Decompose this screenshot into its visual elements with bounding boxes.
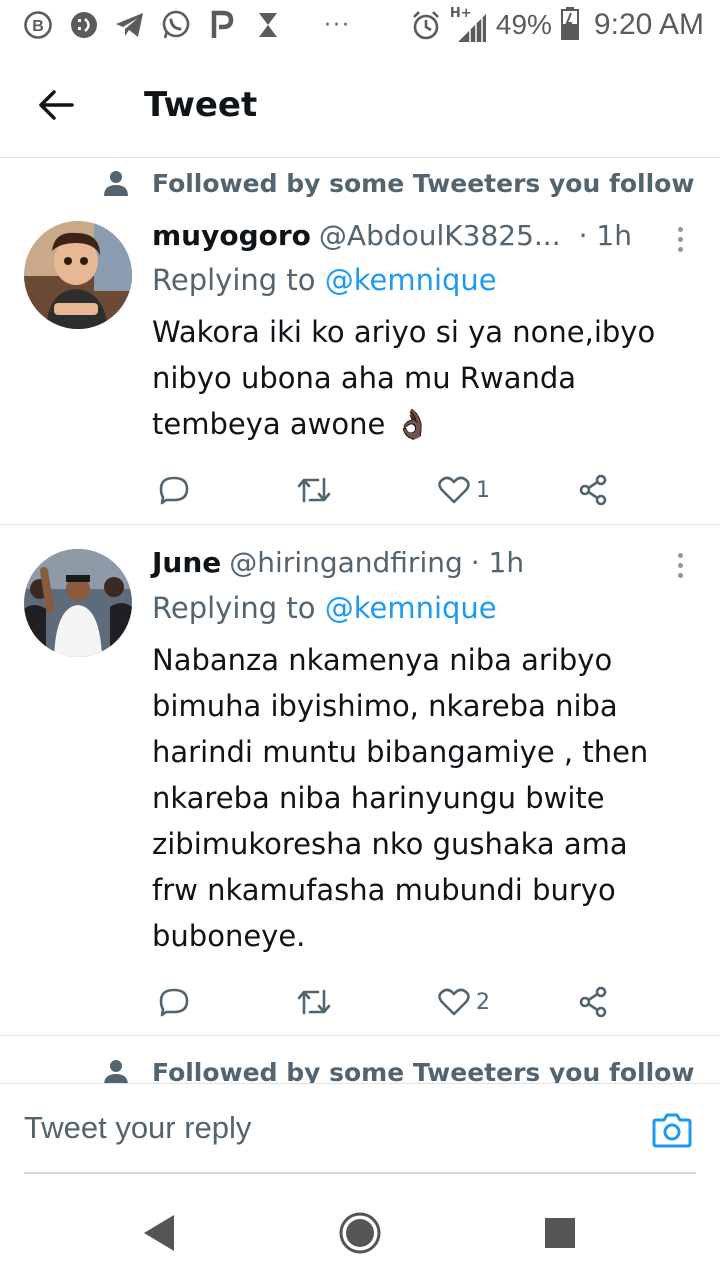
author-handle[interactable]: @hiringandfiring bbox=[229, 546, 462, 579]
triangle-back-icon bbox=[144, 1215, 174, 1251]
retweet-icon bbox=[297, 477, 331, 503]
camera-icon bbox=[652, 1113, 692, 1148]
more-options-button[interactable] bbox=[670, 219, 690, 259]
system-nav-bar bbox=[0, 1183, 720, 1280]
arrow-left-icon bbox=[39, 89, 74, 120]
retweet-button[interactable] bbox=[296, 475, 332, 505]
avatar[interactable] bbox=[24, 549, 132, 657]
social-context: Followed by some Tweeters you follow bbox=[0, 1048, 720, 1083]
signal-icon: H+ bbox=[450, 6, 488, 42]
battery-icon bbox=[560, 6, 580, 44]
social-context-label: Followed by some Tweeters you follow bbox=[152, 168, 695, 198]
alarm-icon bbox=[410, 9, 442, 41]
reply-composer: Tweet your reply bbox=[0, 1083, 720, 1183]
person-icon bbox=[104, 171, 128, 196]
back-button[interactable] bbox=[28, 77, 84, 133]
tweet-meta: muyogoro @AbdoulK3825... · 1h bbox=[152, 207, 720, 257]
tweet-text: Nabanza nkamenya niba aribyo bimuha ibyi… bbox=[152, 643, 649, 953]
more-notifications-indicator: ··· bbox=[324, 12, 351, 38]
b-icon: B bbox=[22, 9, 54, 41]
share-button[interactable] bbox=[578, 474, 610, 506]
emoji-icon bbox=[68, 9, 100, 41]
circle-home-icon bbox=[339, 1212, 381, 1254]
replying-to-label: Replying to bbox=[152, 263, 325, 297]
author-name[interactable]: June bbox=[152, 546, 221, 579]
retweet-button[interactable] bbox=[296, 987, 332, 1017]
square-recents-icon bbox=[545, 1218, 575, 1248]
replying-to-label: Replying to bbox=[152, 591, 325, 625]
tweet-meta: June @hiringandfiring · 1h bbox=[152, 525, 720, 585]
tweet-time: · 1h bbox=[470, 545, 525, 579]
replies-feed[interactable]: Followed by some Tweeters you follow muy… bbox=[0, 159, 720, 1083]
reply-button[interactable] bbox=[158, 475, 190, 505]
reply-icon bbox=[159, 988, 189, 1017]
heart-icon bbox=[438, 988, 470, 1016]
social-context: Followed by some Tweeters you follow bbox=[0, 159, 720, 207]
mention-link[interactable]: @kemnique bbox=[325, 591, 497, 625]
share-icon bbox=[579, 986, 607, 1018]
like-button[interactable]: 1 bbox=[438, 476, 490, 504]
tweet-actions: 1 bbox=[152, 447, 720, 533]
tweet-text: Wakora iki ko ariyo si ya none,ibyo niby… bbox=[152, 315, 656, 441]
replying-to: Replying to @kemnique bbox=[152, 257, 720, 303]
app-header: Tweet bbox=[0, 52, 720, 158]
like-count: 2 bbox=[476, 989, 490, 1015]
p-icon bbox=[206, 9, 238, 41]
social-context-label: Followed by some Tweeters you follow bbox=[152, 1057, 695, 1084]
more-options-button[interactable] bbox=[670, 545, 690, 585]
share-icon bbox=[579, 474, 607, 506]
like-count: 1 bbox=[476, 477, 490, 503]
hourglass-icon bbox=[252, 9, 284, 41]
reply-icon bbox=[159, 476, 189, 505]
author-name[interactable]: muyogoro bbox=[152, 219, 311, 252]
camera-button[interactable] bbox=[652, 1112, 692, 1148]
tweet[interactable]: June @hiringandfiring · 1h Replying to @… bbox=[0, 525, 720, 1036]
tweet-actions: 2 bbox=[152, 959, 720, 1045]
whatsapp-icon bbox=[160, 9, 192, 41]
avatar[interactable] bbox=[24, 221, 132, 329]
reply-input[interactable]: Tweet your reply bbox=[24, 1084, 696, 1174]
svg-text:B: B bbox=[32, 18, 44, 35]
like-button[interactable]: 2 bbox=[438, 988, 490, 1016]
replying-to: Replying to @kemnique bbox=[152, 585, 720, 631]
reply-button[interactable] bbox=[158, 987, 190, 1017]
mention-link[interactable]: @kemnique bbox=[325, 263, 497, 297]
nav-back-button[interactable] bbox=[138, 1211, 182, 1255]
telegram-icon bbox=[114, 9, 146, 41]
page-title: Tweet bbox=[144, 84, 258, 125]
person-icon bbox=[104, 1060, 128, 1083]
tweet-time: · 1h bbox=[578, 218, 632, 252]
clock: 9:20 AM bbox=[593, 8, 704, 41]
retweet-icon bbox=[297, 989, 331, 1015]
heart-icon bbox=[438, 476, 470, 504]
tweet[interactable]: muyogoro @AbdoulK3825... · 1h Replying t… bbox=[0, 207, 720, 525]
nav-home-button[interactable] bbox=[338, 1211, 382, 1255]
battery-percentage: 49% bbox=[495, 9, 552, 40]
share-button[interactable] bbox=[578, 986, 610, 1018]
status-bar: B ··· H+ 49% 9:20 AM bbox=[0, 0, 720, 50]
author-handle[interactable]: @AbdoulK3825... bbox=[319, 219, 561, 252]
nav-recents-button[interactable] bbox=[538, 1211, 582, 1255]
